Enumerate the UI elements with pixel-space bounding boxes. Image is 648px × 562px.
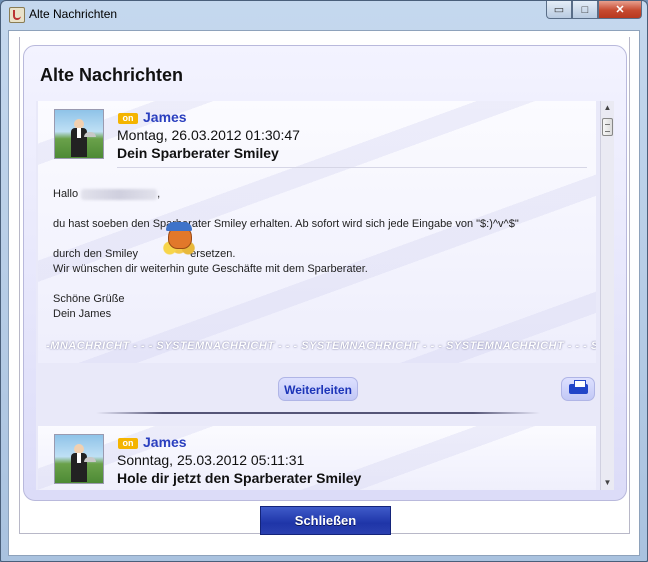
scrollbar-thumb[interactable]: [602, 118, 613, 136]
body-line-2: durch den Smiley ersetzen.: [53, 248, 235, 260]
message-subject: Hole dir jetzt den Sparberater Smiley: [117, 470, 362, 486]
message-card: on James Montag, 26.03.2012 01:30:47 Dei…: [38, 101, 596, 363]
close-dialog-label: Schließen: [294, 513, 357, 528]
title-bar[interactable]: Alte Nachrichten ▭ □ ✕: [1, 1, 647, 28]
online-status-badge: on: [118, 113, 138, 124]
forward-button[interactable]: Weiterleiten: [278, 377, 358, 401]
header-divider: [117, 167, 587, 168]
system-message-banner: -MNACHRICHT - - - SYSTEMNACHRICHT - - - …: [46, 340, 596, 352]
dialog-window: Alte Nachrichten ▭ □ ✕ Alte Nachrichten: [0, 0, 648, 562]
messages-panel: Alte Nachrichten on James Montag, 26.03.…: [23, 45, 627, 501]
message-separator: [96, 412, 540, 414]
sender-name[interactable]: James: [143, 434, 187, 450]
scroll-up-arrow-icon[interactable]: ▲: [601, 101, 614, 115]
vertical-scrollbar[interactable]: ▲ ▼: [600, 101, 614, 490]
panel-title: Alte Nachrichten: [40, 65, 184, 85]
greeting-text: Hallo: [53, 188, 79, 200]
redacted-username: [81, 188, 158, 200]
message-card: on James Sonntag, 25.03.2012 05:11:31 Ho…: [38, 426, 596, 490]
message-list[interactable]: on James Montag, 26.03.2012 01:30:47 Dei…: [36, 101, 600, 490]
scroll-down-arrow-icon[interactable]: ▼: [601, 476, 614, 490]
minimize-button[interactable]: ▭: [546, 1, 572, 19]
maximize-button[interactable]: □: [572, 1, 598, 19]
butler-figure: [71, 444, 96, 482]
sender-name[interactable]: James: [143, 109, 187, 125]
greeting-line: Hallo ,: [53, 188, 160, 200]
body-line-2-prefix: durch den Smiley: [53, 248, 138, 260]
java-app-icon: [9, 7, 25, 23]
greeting-suffix: ,: [157, 188, 161, 200]
message-date: Sonntag, 25.03.2012 05:11:31: [117, 452, 305, 468]
window-title: Alte Nachrichten: [29, 7, 118, 21]
message-date: Montag, 26.03.2012 01:30:47: [117, 127, 300, 143]
closing-line-2: Dein James: [53, 308, 112, 320]
avatar: [54, 109, 104, 159]
print-button[interactable]: [561, 377, 595, 401]
window-controls: ▭ □ ✕: [546, 1, 642, 19]
online-status-badge: on: [118, 438, 138, 449]
avatar: [54, 434, 104, 484]
closing-line-1: Schöne Grüße: [53, 293, 125, 305]
sparberater-smiley-icon: [156, 222, 202, 263]
body-line-1: du hast soeben den Sparberater Smiley er…: [53, 218, 519, 230]
close-window-button[interactable]: ✕: [598, 1, 642, 19]
message-subject: Dein Sparberater Smiley: [117, 145, 279, 161]
close-dialog-button[interactable]: Schließen: [260, 506, 391, 535]
client-area: Alte Nachrichten on James Montag, 26.03.…: [8, 30, 640, 556]
body-line-3: Wir wünschen dir weiterhin gute Geschäft…: [53, 263, 368, 275]
butler-figure: [71, 119, 96, 157]
printer-paper-icon: [574, 380, 586, 388]
